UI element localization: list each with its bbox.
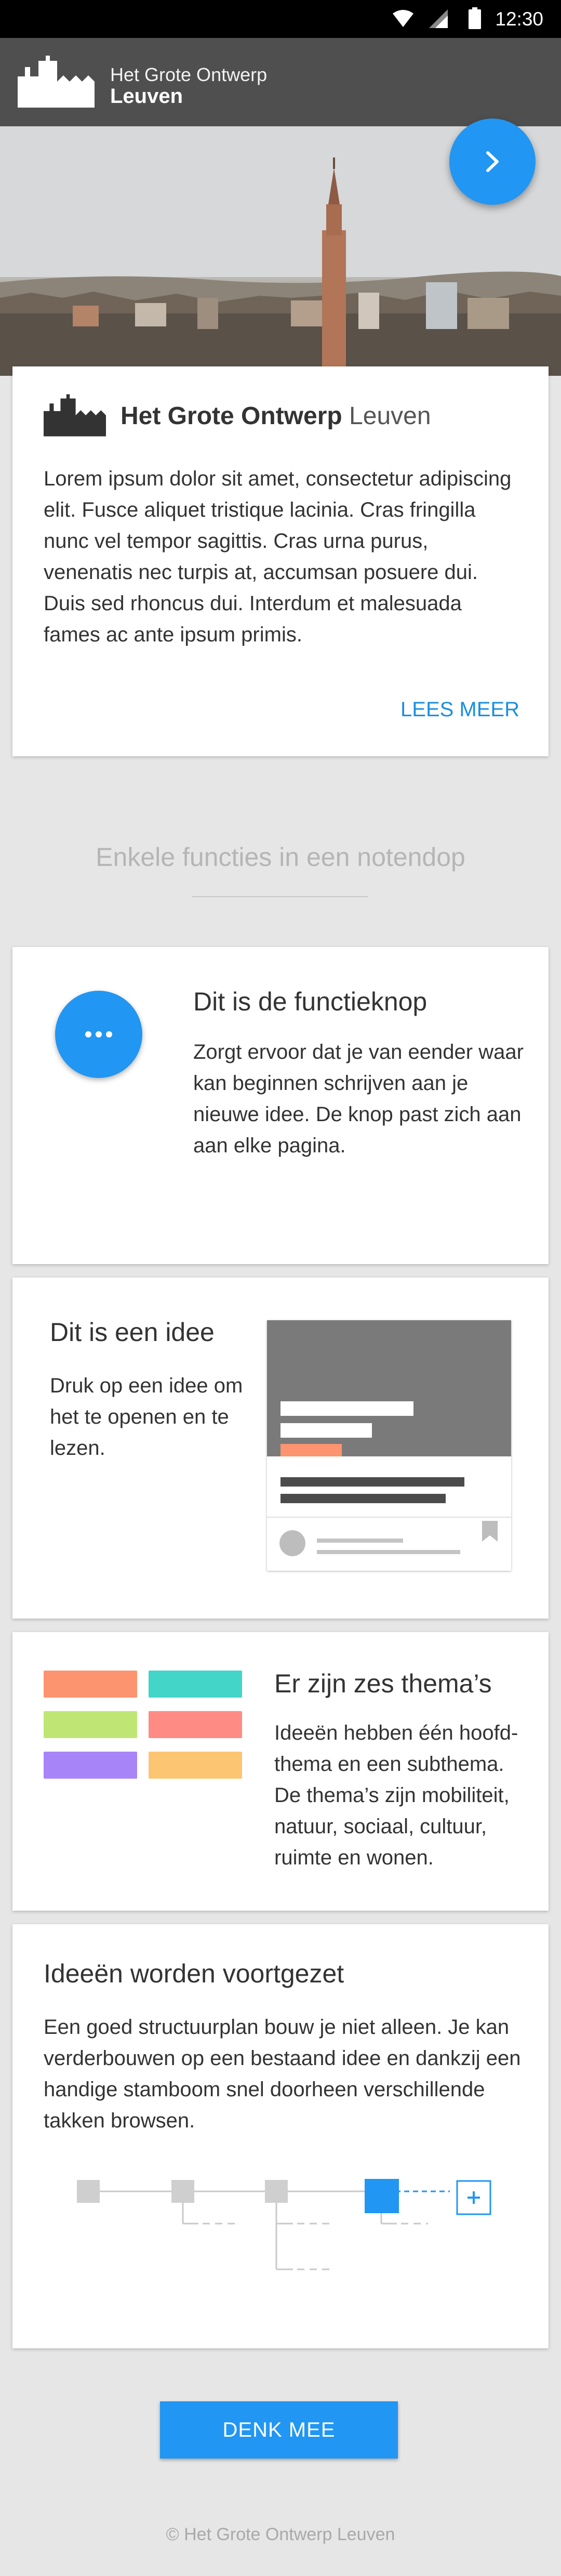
feature-card-button: Dit is de functieknop Zorgt ervoor dat j… — [12, 947, 549, 1264]
section-divider — [192, 896, 368, 897]
footer-copyright: © Het Grote Ontwerp Leuven — [166, 2525, 395, 2544]
feature-idea-body: Druk op een idee om het te openen en te … — [50, 1374, 243, 1460]
feature-card-tree: Ideeën worden voortgezet Een goed struct… — [12, 1924, 549, 2348]
status-bar: 12:30 — [0, 0, 561, 38]
wifi-icon — [393, 10, 413, 27]
section-title: Enkele functies in een notendop — [96, 843, 465, 872]
avatar — [279, 1530, 305, 1556]
feature-themes-title: Er zijn zes thema’s — [274, 1669, 492, 1698]
city-logo-icon — [44, 394, 106, 437]
intro-title-bold: Het Grote Ontwerp — [121, 402, 342, 430]
app-title-line1: Het Grote Ontwerp — [110, 64, 268, 85]
feature-card-themes: Er zijn zes thema’s Ideeën hebben één ho… — [12, 1632, 549, 1911]
theme-swatch-4 — [149, 1711, 242, 1738]
feature-button-body: Zorgt ervoor dat je van eender waar kan … — [193, 1041, 524, 1157]
intro-body: Lorem ipsum dolor sit amet, consectetur … — [44, 467, 512, 646]
theme-swatch-6 — [149, 1752, 242, 1779]
read-more-link[interactable]: LEES MEER — [400, 698, 519, 721]
theme-swatch-5 — [44, 1752, 137, 1779]
city-logo-icon — [18, 56, 95, 108]
status-time: 12:30 — [495, 8, 543, 30]
next-fab-button[interactable] — [449, 119, 536, 205]
battery-icon — [469, 7, 481, 29]
feature-idea-title: Dit is een idee — [50, 1318, 215, 1347]
signal-icon — [429, 9, 448, 28]
theme-swatch-3 — [44, 1711, 137, 1738]
intro-title-light: Leuven — [349, 402, 431, 430]
feature-card-idea: Dit is een idee Druk op een idee om het … — [12, 1278, 549, 1619]
theme-swatch-1 — [44, 1671, 137, 1698]
feature-tree-title: Ideeën worden voortgezet — [44, 1959, 344, 1988]
intro-title: Het Grote Ontwerp Leuven — [121, 402, 431, 430]
theme-swatch-2 — [149, 1671, 242, 1698]
app-bar: Het Grote Ontwerp Leuven — [0, 38, 561, 205]
idea-preview — [267, 1320, 511, 1571]
app-title-line2: Leuven — [110, 85, 183, 108]
bookmark-icon — [482, 1521, 498, 1542]
feature-tree-body: Een goed structuurplan bouw je niet alle… — [44, 2016, 521, 2132]
feature-button-title: Dit is de functieknop — [193, 987, 428, 1016]
arrow-right-icon — [486, 151, 499, 172]
idea-tree-diagram — [77, 2179, 491, 2270]
feature-themes-body: Ideeën hebben één hoofd-thema en een sub… — [274, 1721, 518, 1869]
more-dots-icon — [85, 1031, 112, 1037]
intro-card: Het Grote Ontwerp Leuven Lorem ipsum dol… — [12, 366, 549, 756]
denk-mee-button[interactable]: DENK MEE — [160, 2401, 398, 2459]
demo-fab — [55, 991, 142, 1078]
idea-preview-image — [267, 1320, 511, 1456]
